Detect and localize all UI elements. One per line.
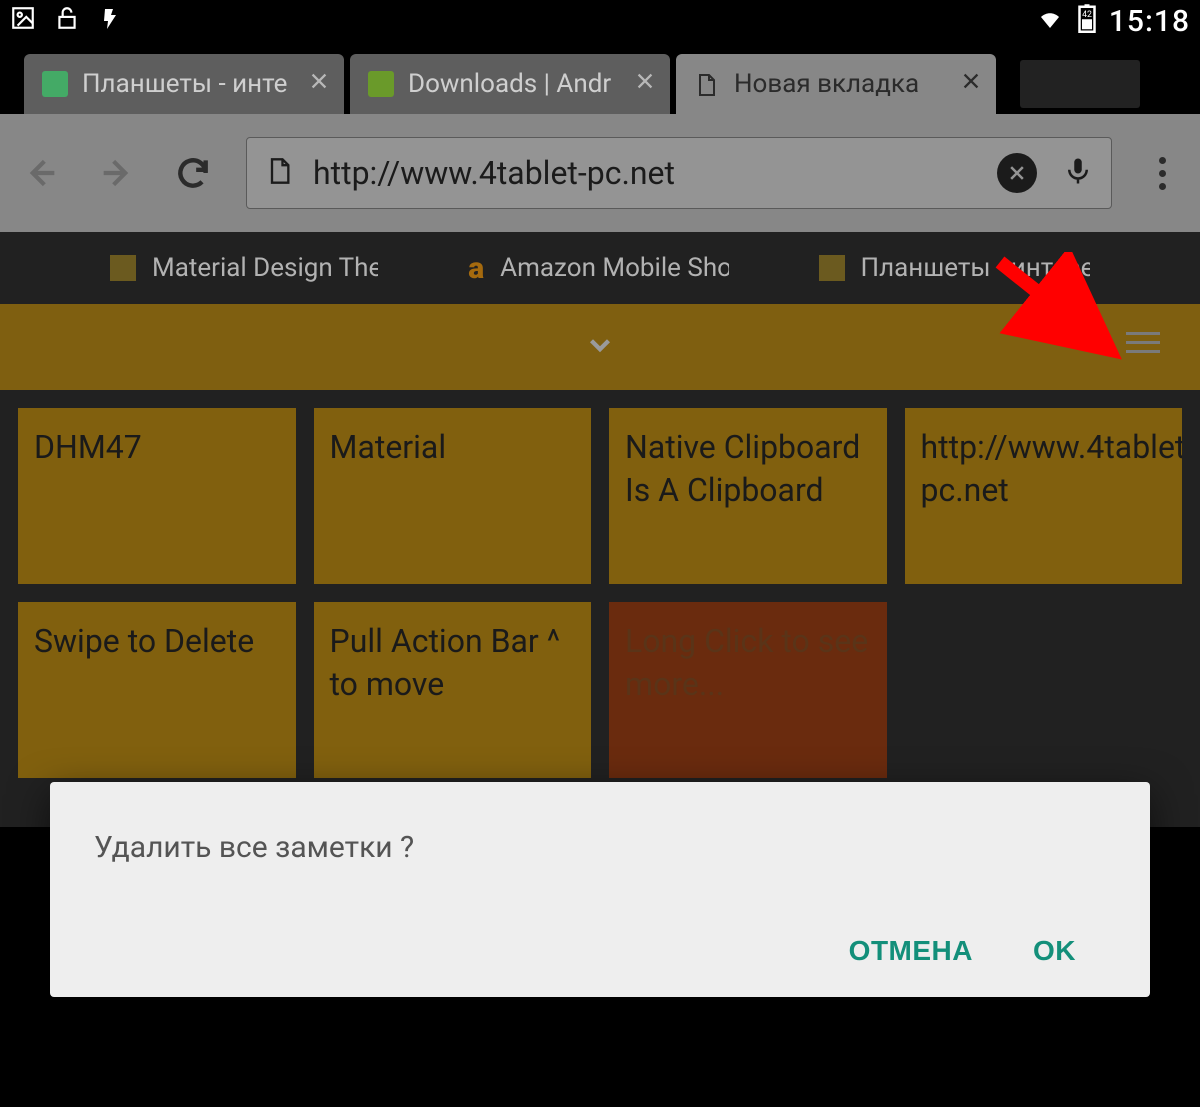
tab-label: Новая вкладка	[734, 69, 950, 99]
bookmark-label: Amazon Mobile Sho…	[500, 253, 728, 283]
reload-button[interactable]	[170, 150, 216, 196]
clipboard-card[interactable]: DHM47	[18, 408, 296, 584]
browser-tab-0[interactable]: Планшеты - инте	[24, 54, 344, 114]
favicon-icon	[694, 71, 720, 97]
clipboard-card[interactable]: http://www.4tablet-pc.net	[905, 408, 1183, 584]
forward-button[interactable]	[94, 150, 140, 196]
browser-menu-button[interactable]	[1142, 157, 1182, 190]
bookmark-label: Material Design The…	[152, 253, 378, 283]
browser-tab-2[interactable]: Новая вкладка	[676, 54, 996, 114]
card-text: Native Clipboard Is A Clipboard	[625, 428, 860, 509]
bookmark-item[interactable]: Material Design The…	[110, 253, 378, 283]
clock-text: 15:18	[1109, 4, 1190, 39]
favicon-icon	[368, 71, 394, 97]
favicon-icon	[42, 71, 68, 97]
bookmark-item[interactable]: Планшеты - интере…	[819, 253, 1090, 283]
browser-toolbar: http://www.4tablet-pc.net	[0, 114, 1200, 232]
card-text: Long Click to see more...	[625, 622, 868, 703]
tab-label: Планшеты - инте	[82, 69, 298, 99]
bookmark-label: Планшеты - интере…	[861, 253, 1090, 283]
confirm-dialog: Удалить все заметки ? ОТМЕНА OK	[50, 782, 1150, 997]
address-bar[interactable]: http://www.4tablet-pc.net	[246, 137, 1112, 209]
image-icon	[10, 5, 36, 38]
clipboard-card[interactable]: Material	[314, 408, 592, 584]
back-button[interactable]	[18, 150, 64, 196]
battery-icon: 42	[1077, 3, 1097, 40]
cancel-button[interactable]: ОТМЕНА	[849, 935, 973, 967]
bookmark-item[interactable]: a Amazon Mobile Sho…	[468, 251, 728, 286]
chevron-down-icon[interactable]	[583, 328, 617, 366]
card-text: DHM47	[34, 428, 142, 466]
card-text: Material	[330, 428, 447, 466]
wifi-icon	[1035, 5, 1065, 38]
clipboard-card[interactable]: Pull Action Bar ^ to move	[314, 602, 592, 778]
card-text: http://www.4tablet-pc.net	[921, 428, 1183, 509]
clipboard-card[interactable]: Swipe to Delete	[18, 602, 296, 778]
svg-text:42: 42	[1082, 9, 1092, 19]
card-text: Pull Action Bar ^ to move	[330, 622, 561, 703]
browser-tab-1[interactable]: Downloads | Andr	[350, 54, 670, 114]
clipboard-card[interactable]: Long Click to see more...	[609, 602, 887, 778]
dialog-title: Удалить все заметки ?	[94, 830, 1106, 865]
clipboard-app-header	[0, 304, 1200, 390]
tab-label: Downloads | Andr	[408, 69, 624, 99]
bookmark-favicon-icon	[110, 255, 136, 281]
url-text: http://www.4tablet-pc.net	[313, 154, 977, 192]
close-icon[interactable]	[308, 69, 330, 99]
close-icon[interactable]	[634, 69, 656, 99]
clipboard-card[interactable]: Native Clipboard Is A Clipboard	[609, 408, 887, 584]
bookmark-favicon-icon	[819, 255, 845, 281]
lock-open-icon	[54, 5, 80, 38]
bookmark-favicon-icon: a	[468, 251, 484, 286]
browser-tab-strip: Планшеты - инте Downloads | Andr Новая в…	[0, 42, 1200, 114]
mic-icon[interactable]	[1063, 151, 1093, 195]
new-tab-button[interactable]	[1020, 60, 1140, 108]
page-icon	[265, 154, 293, 192]
close-icon[interactable]	[960, 69, 982, 99]
hamburger-menu-icon[interactable]	[1126, 332, 1160, 359]
ok-button[interactable]: OK	[1033, 935, 1076, 967]
flash-icon	[98, 5, 122, 38]
bookmarks-bar: Material Design The… a Amazon Mobile Sho…	[0, 232, 1200, 304]
status-bar: 42 15:18	[0, 0, 1200, 42]
clear-icon[interactable]	[997, 153, 1037, 193]
card-text: Swipe to Delete	[34, 622, 254, 660]
